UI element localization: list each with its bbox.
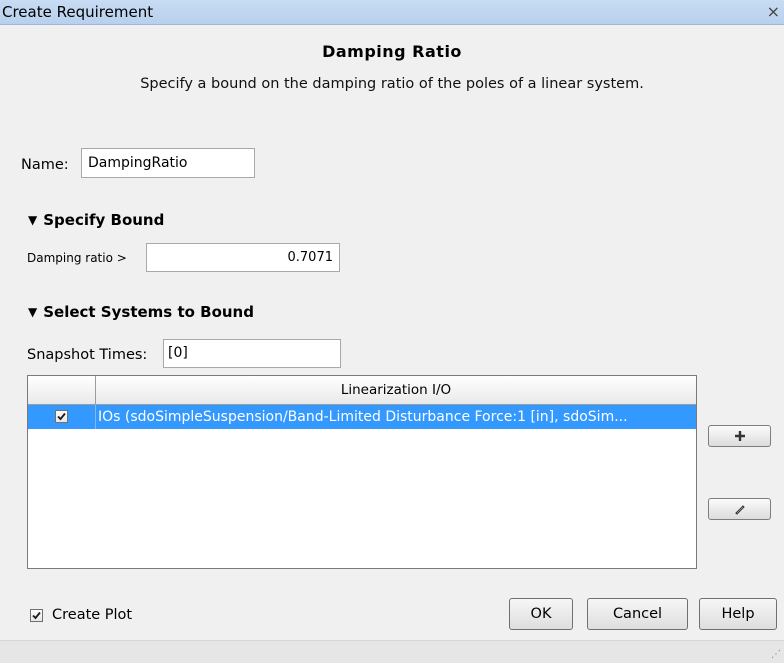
pencil-icon [734,505,745,515]
collapse-triangle-icon: ▼ [28,305,38,319]
cancel-button[interactable]: Cancel [587,598,688,630]
column-header-check[interactable] [28,376,96,404]
window-title: Create Requirement [2,3,154,21]
resize-grip-icon[interactable]: ⋰ [771,649,781,660]
checkmark-icon [57,412,66,421]
help-button[interactable]: Help [699,598,777,630]
damping-ratio-label: Damping ratio > [27,251,127,265]
checkmark-icon [32,611,41,620]
row-check-cell [28,405,96,429]
linearization-io-table: Linearization I/O IOs (sdoSimpleSuspensi… [27,375,697,569]
specify-bound-toggle[interactable]: ▼ Specify Bound [28,211,164,229]
snapshot-times-label: Snapshot Times: [27,347,148,363]
table-header: Linearization I/O [28,376,696,405]
name-label: Name: [21,157,69,173]
row-checkbox[interactable] [55,410,68,423]
add-io-button[interactable] [708,425,771,447]
column-header-linearization-io[interactable]: Linearization I/O [96,376,696,404]
create-plot-checkbox[interactable] [30,609,43,622]
collapse-triangle-icon: ▼ [28,213,38,227]
select-systems-toggle[interactable]: ▼ Select Systems to Bound [28,303,254,321]
table-row[interactable]: IOs (sdoSimpleSuspension/Band-Limited Di… [28,405,696,429]
status-bar: ⋰ [0,640,784,663]
title-bar: Create Requirement × [0,0,784,25]
close-icon[interactable]: × [767,2,780,21]
plus-icon [734,431,745,441]
snapshot-times-input[interactable]: [0] [163,339,341,368]
edit-io-button[interactable] [708,498,771,520]
specify-bound-title: Specify Bound [43,211,165,229]
create-plot-label[interactable]: Create Plot [52,607,132,623]
requirement-heading: Damping Ratio [322,42,462,61]
select-systems-title: Select Systems to Bound [43,303,254,321]
requirement-description: Specify a bound on the damping ratio of … [140,76,644,92]
row-io-text: IOs (sdoSimpleSuspension/Band-Limited Di… [98,409,628,425]
damping-ratio-input[interactable]: 0.7071 [146,243,340,272]
ok-button[interactable]: OK [509,598,573,630]
name-input[interactable]: DampingRatio [81,148,255,178]
